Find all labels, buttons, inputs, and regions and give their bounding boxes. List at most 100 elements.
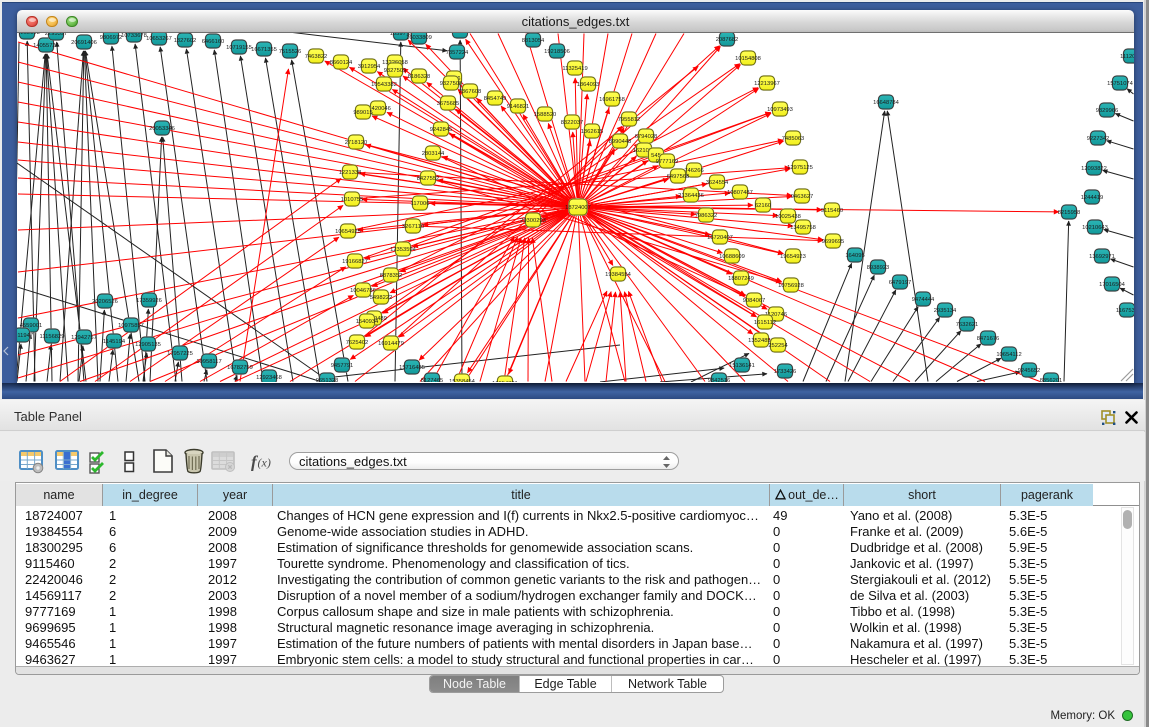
svg-text:21364436: 21364436: [678, 193, 704, 199]
svg-text:10653267: 10653267: [146, 36, 172, 42]
svg-text:9227342: 9227342: [1087, 136, 1110, 142]
svg-text:10046786: 10046786: [350, 288, 376, 294]
svg-text:17359926: 17359926: [136, 298, 162, 304]
svg-text:8454749: 8454749: [484, 96, 507, 102]
svg-text:10807487: 10807487: [727, 190, 753, 196]
svg-text:9242845: 9242845: [430, 127, 453, 133]
svg-text:8215958: 8215958: [1058, 210, 1081, 216]
svg-text:19218506: 19218506: [544, 49, 570, 55]
svg-text:252254: 252254: [768, 343, 788, 349]
svg-text:12942757: 12942757: [71, 335, 97, 341]
svg-text:1615112: 1615112: [754, 320, 776, 326]
svg-text:9342516: 9342516: [708, 378, 731, 382]
svg-text:1540934: 1540934: [356, 319, 379, 325]
svg-text:1244419: 1244419: [1081, 195, 1104, 201]
svg-text:7986322: 7986322: [695, 213, 718, 219]
svg-text:16961758: 16961758: [599, 97, 625, 103]
svg-text:15358454: 15358454: [449, 379, 476, 382]
svg-text:9146821: 9146821: [507, 104, 530, 110]
svg-text:117006: 117006: [411, 201, 430, 207]
svg-text:10210643: 10210643: [1082, 225, 1108, 231]
svg-text:2087682: 2087682: [716, 37, 739, 43]
svg-text:9084067: 9084067: [743, 298, 766, 304]
svg-text:3675685: 3675685: [437, 101, 460, 107]
svg-text:9806972: 9806972: [100, 35, 123, 41]
svg-text:12975125: 12975125: [787, 165, 813, 171]
svg-text:1145194: 1145194: [103, 339, 126, 345]
svg-text:1221338: 1221338: [339, 170, 362, 176]
svg-text:16033809: 16033809: [406, 35, 432, 41]
svg-text:12353594: 12353594: [390, 247, 417, 253]
svg-text:15136141: 15136141: [729, 363, 755, 369]
svg-text:1588520: 1588520: [534, 112, 557, 118]
svg-text:7515526: 7515526: [279, 49, 302, 55]
svg-text:3624554: 3624554: [706, 180, 729, 186]
svg-text:8938923: 8938923: [867, 265, 890, 271]
svg-text:9457791: 9457791: [331, 363, 354, 369]
svg-text:7632621: 7632621: [956, 322, 979, 328]
svg-text:7463822: 7463822: [305, 54, 328, 60]
svg-text:1327602: 1327602: [174, 38, 197, 44]
svg-text:5498222: 5498222: [370, 295, 393, 301]
svg-text:9463627: 9463627: [791, 194, 814, 200]
svg-text:8660124: 8660124: [330, 60, 353, 66]
svg-text:7485063: 7485063: [782, 136, 805, 142]
svg-text:13692971: 13692971: [1089, 254, 1115, 260]
svg-text:2718120: 2718120: [345, 140, 368, 146]
svg-text:17957225: 17957225: [167, 351, 193, 357]
svg-text:10688609: 10688609: [719, 254, 745, 260]
svg-text:9154776: 9154776: [449, 33, 472, 35]
svg-text:8127465: 8127465: [421, 378, 444, 382]
svg-text:10719155: 10719155: [226, 45, 252, 51]
svg-text:17016504: 17016504: [1099, 282, 1126, 288]
svg-text:1733426: 1733426: [774, 369, 797, 375]
svg-text:1010755: 1010755: [341, 197, 364, 203]
svg-text:1864093: 1864093: [577, 82, 600, 88]
svg-text:(x): (x): [258, 456, 271, 470]
svg-text:8471676: 8471676: [977, 336, 1000, 342]
svg-text:3911947: 3911947: [17, 333, 33, 339]
svg-text:9245652: 9245652: [1018, 368, 1041, 374]
svg-text:7955812: 7955812: [618, 117, 641, 123]
svg-text:9327509: 9327509: [384, 68, 407, 74]
svg-text:8186328: 8186328: [408, 74, 431, 80]
svg-text:8356201: 8356201: [1040, 378, 1063, 382]
svg-text:10975857: 10975857: [118, 323, 144, 329]
svg-text:12905135: 12905135: [135, 342, 161, 348]
svg-text:20691406: 20691406: [71, 40, 97, 46]
svg-text:6479197: 6479197: [889, 280, 912, 286]
svg-text:9329966: 9329966: [1096, 108, 1119, 114]
svg-text:8813054: 8813054: [522, 38, 545, 44]
svg-text:1167534: 1167534: [1116, 308, 1134, 314]
svg-text:18724007: 18724007: [565, 205, 591, 211]
svg-text:10756928: 10756928: [778, 283, 804, 289]
svg-text:20206526: 20206526: [92, 299, 118, 305]
svg-text:10654321: 10654321: [492, 381, 518, 382]
svg-text:10958117: 10958117: [196, 359, 221, 365]
svg-text:14292803: 14292803: [17, 33, 40, 36]
svg-text:2367608: 2367608: [459, 89, 482, 95]
svg-text:13495758: 13495758: [790, 225, 816, 231]
svg-text:6497568: 6497568: [667, 174, 690, 180]
svg-text:8427552: 8427552: [417, 176, 440, 182]
svg-text:10654925: 10654925: [335, 229, 361, 235]
svg-text:8322037: 8322037: [561, 120, 584, 126]
svg-text:10973493: 10973493: [767, 107, 793, 113]
svg-text:10154808: 10154808: [735, 56, 761, 62]
svg-text:10654112: 10654112: [996, 352, 1021, 358]
svg-text:16648784: 16648784: [873, 100, 900, 106]
svg-text:16914479: 16914479: [378, 341, 404, 347]
svg-text:2935134: 2935134: [934, 308, 957, 314]
svg-text:9115460: 9115460: [821, 208, 843, 214]
svg-text:1112043: 1112043: [1120, 54, 1134, 60]
svg-text:9777169: 9777169: [656, 159, 679, 165]
svg-text:6466160: 6466160: [202, 39, 225, 45]
svg-text:16671355: 16671355: [251, 47, 277, 53]
svg-text:19384554: 19384554: [605, 272, 632, 278]
svg-text:62160: 62160: [755, 203, 771, 209]
svg-text:14055724: 14055724: [33, 43, 60, 49]
svg-text:164095: 164095: [845, 253, 864, 259]
svg-text:11156829: 11156829: [40, 334, 65, 340]
svg-text:7357224: 7357224: [446, 50, 469, 56]
svg-text:9651328: 9651328: [316, 378, 339, 382]
